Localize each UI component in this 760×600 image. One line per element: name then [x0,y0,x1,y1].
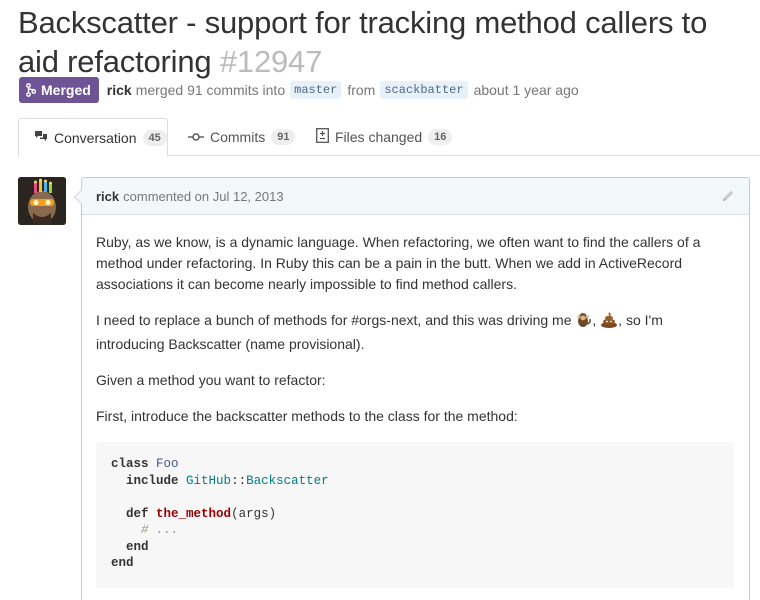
merged-state-badge: Merged [19,77,99,103]
tab-conversation-count: 45 [142,129,167,146]
pr-title: Backscatter - support for tracking metho… [18,3,748,81]
comment-paragraph: First, introduce the backscatter methods… [96,408,518,424]
pr-title-text: Backscatter - support for tracking metho… [18,5,708,79]
tab-conversation[interactable]: Conversation 45 [18,118,168,157]
poop-emoji-icon [600,311,618,334]
comment: rick commented on Jul 12, 2013 Ruby, as … [74,177,750,600]
pr-number: #12947 [219,44,323,79]
avatar[interactable] [18,177,66,225]
diff-icon [316,128,329,146]
merged-text: merged 91 commits into [135,82,286,98]
comment-paragraph: Ruby, as we know, is a dynamic language.… [96,234,701,292]
code-keyword: end [111,556,134,570]
code-keyword: end [126,539,149,554]
comment-body: Ruby, as we know, is a dynamic language.… [82,215,749,588]
comment-action[interactable]: commented on Jul 12, 2013 [123,189,283,204]
code-keyword: include [126,473,179,488]
tab-commits-count: 91 [271,129,296,145]
comment-paragraph: Given a method you want to refactor: [96,372,326,388]
comment-author-link[interactable]: rick [96,189,119,204]
tab-files-changed-label: Files changed [335,129,423,145]
code-keyword: def [126,506,149,521]
tab-conversation-label: Conversation [54,129,137,146]
code-method-name: the_method [156,506,232,521]
code-class-ref: Backscatter [246,473,329,488]
pr-meta: Merged rick merged 91 commits into maste… [19,77,579,103]
pr-author-link[interactable]: rick [107,82,132,98]
code-module: GitHub [186,473,232,488]
git-merge-icon [26,83,36,97]
monkey-emoji-icon [575,311,592,334]
git-commit-icon [188,129,204,145]
code-args: (args) [231,506,277,521]
merged-state-label: Merged [41,82,91,98]
pencil-icon[interactable] [721,189,735,208]
comment-header: rick commented on Jul 12, 2013 [82,178,749,215]
head-branch[interactable]: scackbatter [380,81,468,99]
tab-commits[interactable]: Commits 91 [176,118,307,156]
code-keyword: class [111,457,149,471]
code-class-name: Foo [156,457,179,471]
merged-time: about 1 year ago [473,82,579,98]
comment-paragraph: I need to replace a bunch of methods for… [96,311,663,352]
tab-files-changed-count: 16 [428,129,453,145]
code-block: class Foo include GitHub::Backscatter de… [96,442,734,588]
pr-tabs: Conversation 45 Commits 91 Files changed… [18,118,760,157]
base-branch[interactable]: master [290,81,342,99]
tab-files-changed[interactable]: Files changed 16 [304,118,464,156]
tab-commits-label: Commits [210,129,266,145]
code-comment: # ... [141,523,179,537]
comment-discussion-icon [34,130,48,146]
from-text: from [347,82,376,98]
